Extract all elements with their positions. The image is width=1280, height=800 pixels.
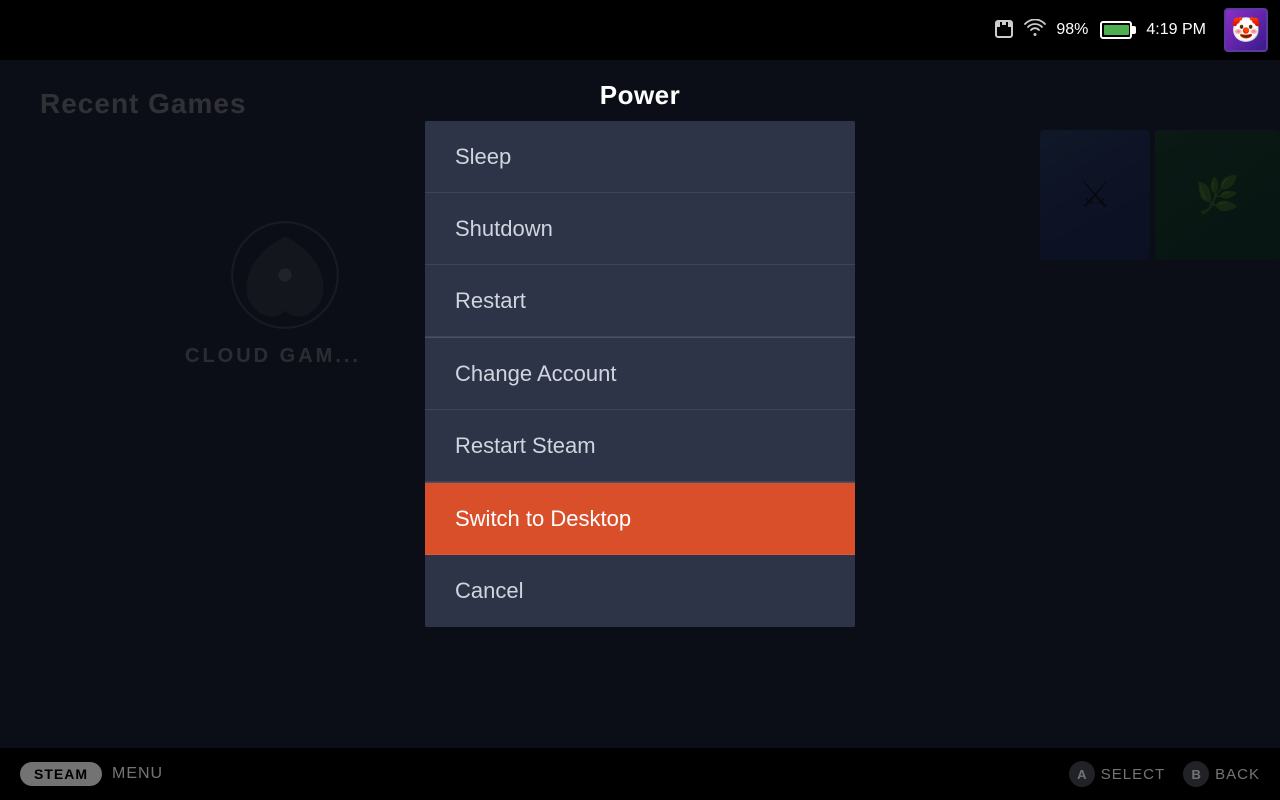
menu-item-switch-to-desktop[interactable]: Switch to Desktop: [425, 483, 855, 555]
menu-item-sleep[interactable]: Sleep: [425, 121, 855, 193]
menu-item-cancel[interactable]: Cancel: [425, 555, 855, 627]
menu-item-change-account[interactable]: Change Account: [425, 338, 855, 410]
power-dialog: Power Sleep Shutdown Restart Change Acco…: [425, 80, 855, 627]
power-menu: Sleep Shutdown Restart Change Account Re…: [425, 121, 855, 627]
avatar-image: 🤡: [1231, 16, 1261, 45]
battery-icon: [1100, 21, 1132, 39]
wifi-icon: [1024, 19, 1046, 42]
status-icons: 98% 4:19 PM 🤡: [994, 8, 1268, 52]
battery-percentage: 98%: [1056, 21, 1088, 39]
menu-item-shutdown[interactable]: Shutdown: [425, 193, 855, 265]
clock-display: 4:19 PM: [1146, 21, 1206, 39]
battery-fill: [1104, 25, 1129, 35]
top-bar: 98% 4:19 PM 🤡: [0, 0, 1280, 60]
sd-card-icon: [994, 17, 1014, 44]
power-dialog-title: Power: [425, 80, 855, 111]
menu-item-restart[interactable]: Restart: [425, 265, 855, 337]
menu-item-restart-steam[interactable]: Restart Steam: [425, 410, 855, 482]
avatar[interactable]: 🤡: [1224, 8, 1268, 52]
